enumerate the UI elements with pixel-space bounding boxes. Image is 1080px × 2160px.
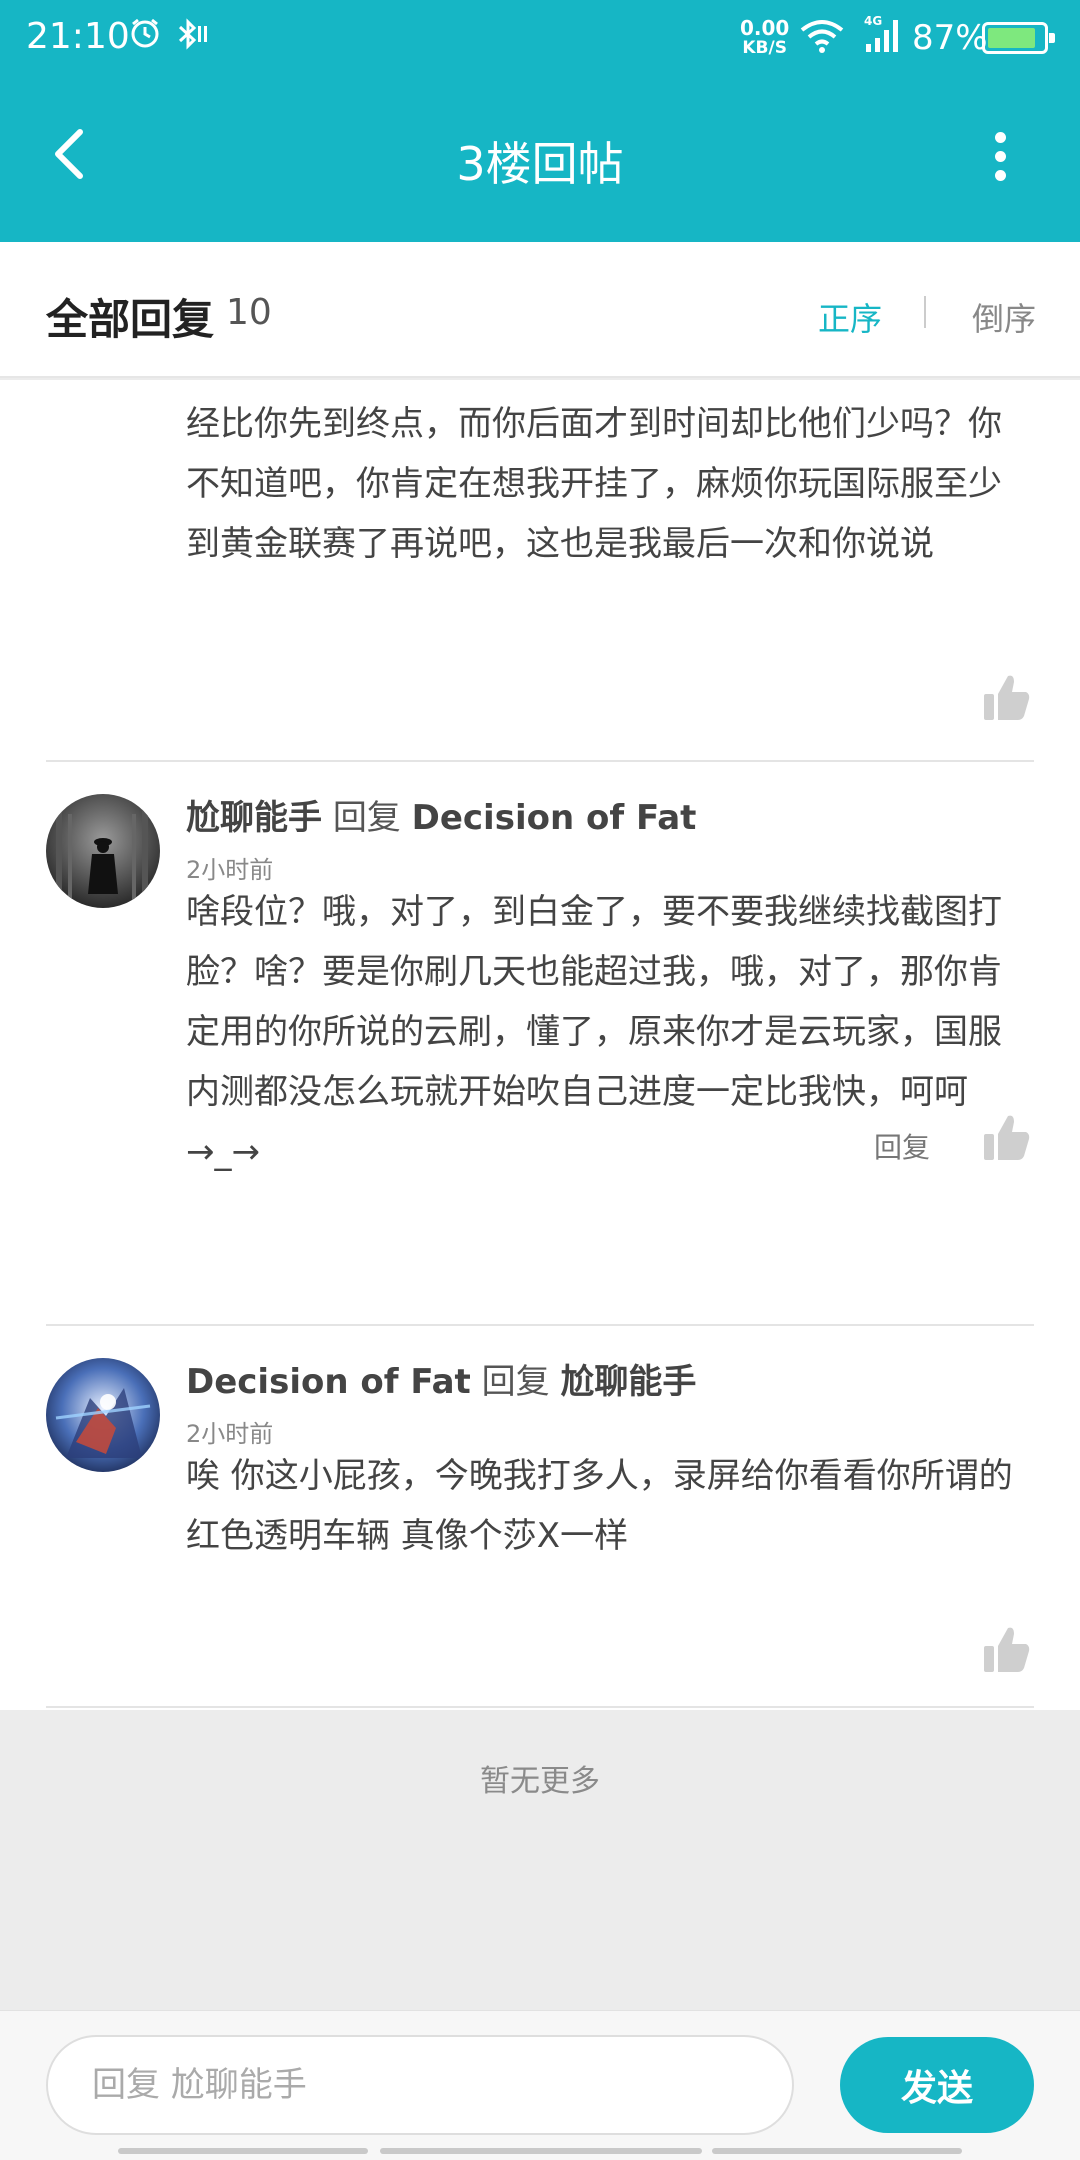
network-speed-unit: KB/S: [742, 38, 787, 58]
avatar[interactable]: [46, 1358, 160, 1472]
reply-target[interactable]: Decision of Fat: [412, 798, 697, 838]
comment-body: 经比你先到终点，而你后面才到时间却比他们少吗？你不知道吧，你肯定在想我开挂了，麻…: [186, 404, 1002, 564]
sort-ascending-button[interactable]: 正序: [818, 294, 882, 340]
reply-word: 回复: [332, 798, 401, 838]
avatar[interactable]: [46, 794, 160, 908]
all-replies-label: 全部回复: [46, 295, 215, 344]
app-bar: 3楼回帖: [0, 76, 1080, 242]
comment-item: 尬聊能手 回复 Decision of Fat 2小时前 啥段位？哦，对了，到白…: [0, 762, 1080, 1322]
nav-indicator: [118, 2148, 368, 2154]
comment-item: 经比你先到终点，而你后面才到时间却比他们少吗？你不知道吧，你肯定在想我开挂了，麻…: [0, 380, 1080, 760]
comment-body: 唉 你这小屁孩，今晚我打多人，录屏给你看看你所谓的红色透明车辆 真像个莎X一样: [186, 1456, 1013, 1556]
comment-time: 2小时前: [186, 1420, 274, 1448]
battery-fill: [988, 28, 1035, 48]
status-bar: 21:10 0.00 KB/S 4G 87%: [0, 0, 1080, 76]
thumbs-up-icon[interactable]: [982, 1624, 1032, 1674]
network-speed: 0.00 KB/S: [740, 18, 789, 58]
comment-item: Decision of Fat 回复 尬聊能手 2小时前 唉 你这小屁孩，今晚我…: [0, 1326, 1080, 1706]
alarm-icon: [128, 16, 162, 59]
sort-bar: 全部回复 10 正序 倒序: [0, 242, 1080, 378]
page-title: 3楼回帖: [456, 137, 624, 191]
nav-indicator: [380, 2148, 702, 2154]
reply-target[interactable]: 尬聊能手: [560, 1362, 696, 1402]
network-speed-value: 0.00: [740, 16, 790, 40]
thumbs-up-icon[interactable]: [982, 672, 1032, 722]
status-time: 21:10: [26, 16, 130, 57]
thumbs-up-icon[interactable]: [982, 1112, 1032, 1162]
reply-bar: 发送: [0, 2010, 1080, 2160]
reply-input[interactable]: [46, 2035, 794, 2135]
comment-divider: [46, 1706, 1034, 1708]
send-button[interactable]: 发送: [840, 2037, 1034, 2133]
reply-word: 回复: [481, 1362, 550, 1402]
sort-descending-button[interactable]: 倒序: [972, 294, 1036, 340]
battery-percent: 87%: [912, 18, 988, 58]
more-options-icon[interactable]: [982, 132, 1018, 188]
reply-count: 10: [226, 292, 272, 333]
wifi-icon: [800, 18, 844, 63]
comment-time: 2小时前: [186, 856, 274, 884]
no-more-text: 暂无更多: [480, 1764, 600, 1799]
bluetooth-icon: [174, 16, 210, 61]
cellular-signal-icon: 4G: [864, 14, 904, 65]
comment-meta: 尬聊能手 回复 Decision of Fat: [186, 790, 696, 839]
comment-list: 经比你先到终点，而你后面才到时间却比他们少吗？你不知道吧，你肯定在想我开挂了，麻…: [0, 380, 1080, 1710]
sort-divider: [924, 296, 926, 328]
network-type: 4G: [864, 14, 883, 28]
battery-icon: [982, 22, 1055, 54]
comment-author[interactable]: 尬聊能手: [186, 798, 322, 838]
comment-meta: Decision of Fat 回复 尬聊能手: [186, 1354, 696, 1403]
nav-indicator: [712, 2148, 962, 2154]
comment-author[interactable]: Decision of Fat: [186, 1362, 471, 1402]
reply-button[interactable]: 回复: [874, 1126, 930, 1166]
